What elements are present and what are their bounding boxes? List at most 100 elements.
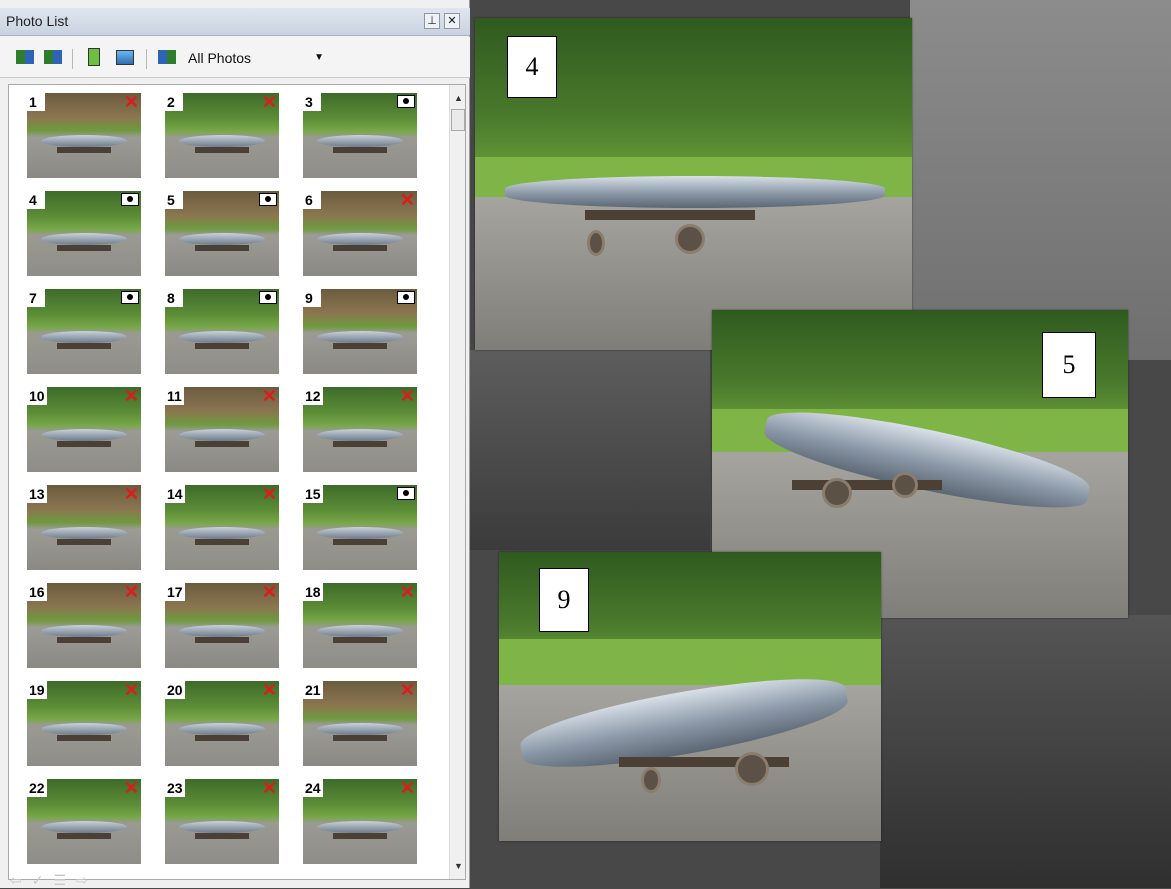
panel-toolbar: All Photos ▼	[0, 37, 470, 78]
camera-icon	[397, 487, 415, 500]
photo-thumbnail[interactable]: 12 ✕	[303, 387, 417, 472]
close-icon[interactable]: ✕	[444, 13, 460, 29]
scroll-down-icon[interactable]: ▼	[454, 861, 463, 871]
toolbar-divider	[146, 49, 147, 69]
not-aligned-x-icon: ✕	[123, 386, 139, 406]
thumbnail-number: 24	[303, 779, 323, 797]
not-aligned-x-icon: ✕	[123, 582, 139, 602]
not-aligned-x-icon: ✕	[123, 92, 139, 112]
photo-thumbnail[interactable]: 9	[303, 289, 417, 374]
thumbnail-number: 14	[165, 485, 185, 503]
thumbnail-number: 15	[303, 485, 323, 503]
photo-thumbnail[interactable]: 6 ✕	[303, 191, 417, 276]
background-photo	[470, 350, 710, 550]
photo-thumbnail[interactable]: 13 ✕	[27, 485, 141, 570]
photo-thumbnail[interactable]: 23 ✕	[165, 779, 279, 864]
thumbnail-number: 18	[303, 583, 323, 601]
chevron-down-icon[interactable]: ▼	[314, 52, 324, 63]
photo-filter-value: All Photos	[188, 50, 252, 66]
camera-icon	[259, 291, 277, 304]
photo-label: 5	[1042, 332, 1096, 398]
camera-icon	[259, 193, 277, 206]
not-aligned-x-icon: ✕	[261, 778, 277, 798]
thumbnail-number: 3	[303, 93, 321, 111]
thumbnail-number: 16	[27, 583, 47, 601]
not-aligned-x-icon: ✕	[123, 680, 139, 700]
not-aligned-x-icon: ✕	[261, 386, 277, 406]
photo-thumbnail[interactable]: 16 ✕	[27, 583, 141, 668]
not-aligned-x-icon: ✕	[123, 484, 139, 504]
thumbnail-number: 2	[165, 93, 183, 111]
photo-thumbnail[interactable]: 21 ✕	[303, 681, 417, 766]
photo-label: 4	[507, 36, 557, 98]
thumbnail-number: 5	[165, 191, 183, 209]
thumbnail-number: 22	[27, 779, 47, 797]
add-photos-icon[interactable]	[14, 47, 36, 69]
thumbnail-number: 1	[27, 93, 45, 111]
photo-thumbnail[interactable]: 7	[27, 289, 141, 374]
photo-thumbnail[interactable]: 17 ✕	[165, 583, 279, 668]
photo-thumbnail[interactable]: 11 ✕	[165, 387, 279, 472]
camera-icon	[121, 193, 139, 206]
thumbnail-number: 23	[165, 779, 185, 797]
thumbnail-number: 17	[165, 583, 185, 601]
photo-thumbnail[interactable]: 14 ✕	[165, 485, 279, 570]
thumbnail-number: 9	[303, 289, 321, 307]
add-photos-alt-icon[interactable]	[42, 47, 64, 69]
photo-thumbnail[interactable]: 19 ✕	[27, 681, 141, 766]
pin-icon[interactable]: ⊥	[424, 13, 440, 29]
not-aligned-x-icon: ✕	[261, 582, 277, 602]
not-aligned-x-icon: ✕	[123, 778, 139, 798]
remove-photo-icon[interactable]	[114, 47, 136, 69]
photo-thumbnail[interactable]: 15	[303, 485, 417, 570]
not-aligned-x-icon: ✕	[399, 582, 415, 602]
scroll-up-icon[interactable]: ▲	[454, 93, 463, 103]
thumbnail-number: 21	[303, 681, 323, 699]
photo-thumbnail[interactable]: 5	[165, 191, 279, 276]
photo-thumbnail[interactable]: 3	[303, 93, 417, 178]
faded-nav-icons: ⇦✓☰⇨	[10, 872, 98, 888]
panel-title: Photo List	[6, 13, 69, 29]
photo-thumbnail[interactable]: 18 ✕	[303, 583, 417, 668]
thumbnail-number: 19	[27, 681, 47, 699]
thumbnail-number: 11	[165, 387, 184, 405]
thumbnail-number: 10	[27, 387, 47, 405]
not-aligned-x-icon: ✕	[399, 680, 415, 700]
thumbnail-number: 6	[303, 191, 321, 209]
scroll-thumb[interactable]	[451, 109, 465, 131]
photo-thumbnail[interactable]: 10 ✕	[27, 387, 141, 472]
panel-titlebar: Photo List ⊥ ✕	[0, 8, 470, 36]
camera-icon	[121, 291, 139, 304]
photo-thumbnail[interactable]: 1 ✕	[27, 93, 141, 178]
photo-label: 9	[539, 568, 589, 632]
photo-thumbnail[interactable]: 22 ✕	[27, 779, 141, 864]
filter-icon[interactable]	[156, 47, 178, 69]
photo-thumbnail[interactable]: 4	[27, 191, 141, 276]
photo-filter-select[interactable]: All Photos ▼	[182, 47, 328, 69]
not-aligned-x-icon: ✕	[399, 190, 415, 210]
background-photo	[880, 615, 1171, 888]
vertical-scrollbar[interactable]: ▲ ▼	[449, 85, 465, 879]
photo-thumbnail[interactable]: 24 ✕	[303, 779, 417, 864]
photo-thumbnail[interactable]: 20 ✕	[165, 681, 279, 766]
photo-4[interactable]: 4	[475, 18, 912, 350]
not-aligned-x-icon: ✕	[399, 778, 415, 798]
thumbnail-number: 20	[165, 681, 185, 699]
camera-icon	[397, 291, 415, 304]
background-photo	[910, 0, 1171, 360]
photo-thumbnail-list[interactable]: 1 ✕ 2 ✕ 3 4 5 6 ✕ 7 8 9 10 ✕ 11 ✕ 12 ✕ 13 ✕ 14 ✕ 15 16 ✕ 17 ✕ 18 ✕ 19…	[8, 84, 466, 880]
thumbnail-number: 13	[27, 485, 47, 503]
not-aligned-x-icon: ✕	[261, 680, 277, 700]
thumbnail-number: 8	[165, 289, 183, 307]
thumbnail-number: 12	[303, 387, 323, 405]
not-aligned-x-icon: ✕	[261, 92, 277, 112]
photo-list-panel: Photo List ⊥ ✕ All Photos ▼ 1 ✕ 2 ✕ 3 4 5 6 ✕ 7 8 9…	[0, 0, 470, 888]
photo-viewport[interactable]: 4 5 9	[470, 0, 1171, 888]
photo-9[interactable]: 9	[499, 552, 881, 841]
properties-icon[interactable]	[84, 47, 106, 69]
photo-thumbnail[interactable]: 8	[165, 289, 279, 374]
thumbnail-number: 7	[27, 289, 45, 307]
not-aligned-x-icon: ✕	[399, 386, 415, 406]
thumbnail-number: 4	[27, 191, 45, 209]
photo-thumbnail[interactable]: 2 ✕	[165, 93, 279, 178]
